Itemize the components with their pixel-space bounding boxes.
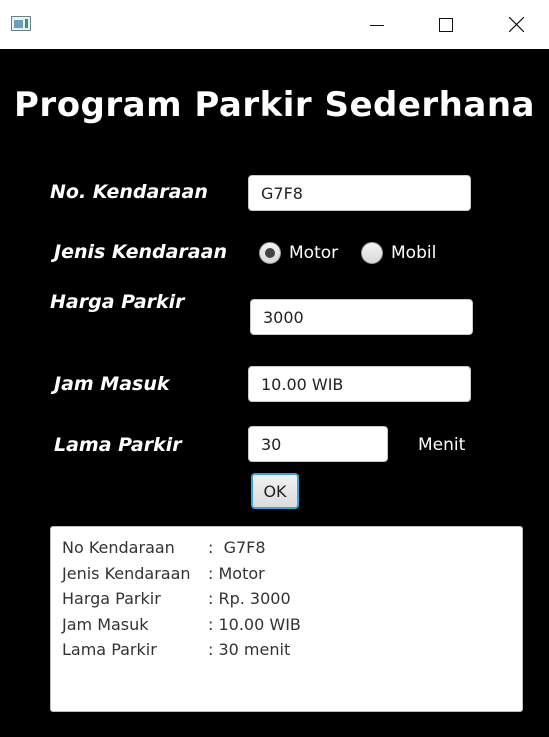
output-value: : 30 menit — [208, 640, 291, 659]
radio-mobil[interactable]: Mobil — [361, 242, 436, 264]
harga-parkir-input[interactable] — [250, 299, 473, 335]
radio-motor[interactable]: Motor — [259, 242, 338, 264]
lama-parkir-input[interactable] — [248, 426, 388, 462]
jam-masuk-label: Jam Masuk — [54, 373, 170, 395]
maximize-icon — [439, 17, 453, 32]
title-bar — [0, 0, 549, 49]
output-value: : Rp. 3000 — [208, 589, 291, 608]
radio-motor-label: Motor — [289, 243, 339, 263]
no-kendaraan-label: No. Kendaraan — [50, 181, 208, 203]
output-key: Jenis Kendaraan — [62, 563, 191, 583]
output-row: Harga Parkir : Rp. 3000 — [62, 586, 511, 612]
output-row: Jam Masuk : 10.00 WIB — [62, 612, 511, 638]
app-icon — [11, 16, 31, 31]
maximize-button[interactable] — [411, 0, 481, 49]
minimize-icon — [370, 24, 384, 26]
output-row: Jenis Kendaraan : Motor — [62, 561, 511, 587]
close-icon — [508, 17, 524, 32]
harga-parkir-label: Harga Parkir — [50, 291, 185, 313]
jenis-kendaraan-label: Jenis Kendaraan — [54, 241, 227, 263]
app-content: Program Parkir Sederhana No. Kendaraan J… — [0, 49, 549, 737]
output-key: No Kendaraan — [62, 538, 175, 557]
jam-masuk-input[interactable] — [248, 366, 471, 402]
output-value: : G7F8 — [208, 538, 266, 557]
lama-parkir-label: Lama Parkir — [54, 434, 182, 456]
close-button[interactable] — [481, 0, 549, 49]
output-row: No Kendaraan : G7F8 — [62, 535, 511, 561]
no-kendaraan-input[interactable] — [248, 175, 471, 211]
output-value: : 10.00 WIB — [208, 614, 301, 634]
minimize-button[interactable] — [342, 0, 412, 49]
menit-label: Menit — [418, 435, 466, 455]
output-row: Lama Parkir : 30 menit — [62, 637, 511, 663]
radio-mobil-label: Mobil — [391, 243, 437, 263]
output-textarea[interactable]: No Kendaraan : G7F8 Jenis Kendaraan : Mo… — [50, 526, 523, 712]
output-value: : Motor — [208, 563, 265, 583]
ok-button[interactable]: OK — [251, 473, 299, 509]
page-title: Program Parkir Sederhana — [14, 85, 535, 125]
radio-mobil-indicator — [361, 242, 383, 264]
output-key: Lama Parkir — [62, 640, 157, 659]
radio-motor-indicator — [259, 242, 281, 264]
output-key: Harga Parkir — [62, 589, 161, 608]
output-key: Jam Masuk — [62, 614, 149, 634]
